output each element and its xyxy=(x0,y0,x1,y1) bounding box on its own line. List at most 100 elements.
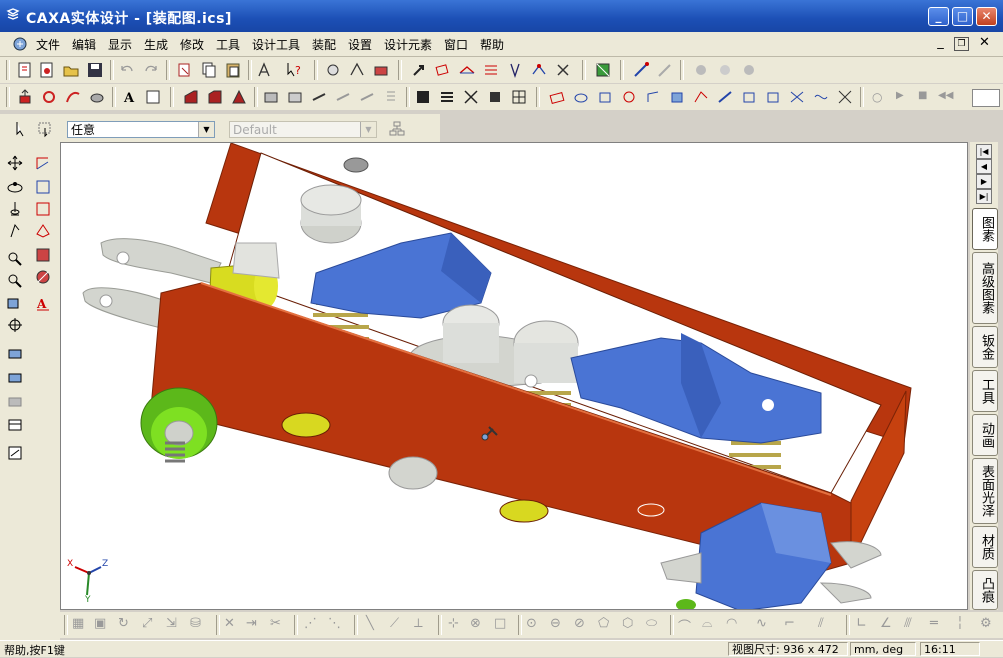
align-icon[interactable] xyxy=(458,61,476,79)
2d-scale-icon[interactable]: ⤢ xyxy=(142,616,152,631)
undo-icon[interactable] xyxy=(118,61,136,79)
smart-render-icon[interactable] xyxy=(256,61,274,79)
tab-sheet-metal[interactable]: 钣金 xyxy=(972,326,998,368)
copy-icon[interactable] xyxy=(200,61,218,79)
decal-icon[interactable] xyxy=(740,61,758,79)
2d-tangent-icon[interactable]: ⟋ xyxy=(390,616,399,631)
scissors-icon[interactable] xyxy=(554,61,572,79)
2d-rotate-icon[interactable]: ↻ xyxy=(118,616,129,631)
constraint-icon[interactable] xyxy=(530,61,548,79)
2d-circle3-icon[interactable]: ⊘ xyxy=(574,616,585,631)
menu-edit[interactable]: 编辑 xyxy=(72,36,96,53)
2d-constraint-icon[interactable]: ⋰ xyxy=(304,616,317,631)
sweep-surface-icon[interactable] xyxy=(740,88,758,106)
grid-icon[interactable] xyxy=(510,88,528,106)
2d-corner-icon[interactable]: ∟ xyxy=(856,616,867,631)
open-icon[interactable] xyxy=(62,61,80,79)
rule-surface-icon[interactable] xyxy=(692,88,710,106)
sketch-line-icon[interactable] xyxy=(34,154,52,172)
document-icon[interactable] xyxy=(12,36,28,52)
animation-record-icon[interactable]: ○ xyxy=(872,90,882,104)
2d-circle-point-icon[interactable]: ⊗ xyxy=(470,616,481,631)
tab-surface-finish[interactable]: 表面光泽 xyxy=(972,458,998,524)
cut-icon[interactable] xyxy=(176,61,194,79)
zoom-window-icon[interactable] xyxy=(6,272,24,290)
tab-next-icon[interactable]: ▶ xyxy=(976,174,992,189)
2d-circle2-icon[interactable]: ⊖ xyxy=(550,616,561,631)
2d-spline-icon[interactable]: ∿ xyxy=(756,616,767,631)
2d-grid-icon[interactable]: ▦ xyxy=(72,616,84,631)
curve-icon[interactable] xyxy=(548,88,566,106)
menu-design-elements[interactable]: 设计元素 xyxy=(384,36,432,53)
menu-settings[interactable]: 设置 xyxy=(348,36,372,53)
menu-modify[interactable]: 修改 xyxy=(180,36,204,53)
2d-offset-icon[interactable]: ⫽ xyxy=(818,616,824,631)
assembly-model[interactable] xyxy=(61,143,968,610)
sketch-corner-icon[interactable] xyxy=(34,200,52,218)
stitch-surface-icon[interactable] xyxy=(812,88,830,106)
fillet-icon[interactable] xyxy=(182,88,200,106)
paste-icon[interactable] xyxy=(224,61,242,79)
2d-point-icon[interactable]: ⊹ xyxy=(448,616,459,631)
2d-arc2-icon[interactable]: ⌓ xyxy=(702,616,712,631)
mdi-restore-icon[interactable]: ❐ xyxy=(954,37,969,51)
surface-icon[interactable] xyxy=(668,88,686,106)
face-offset-icon[interactable] xyxy=(286,88,304,106)
sketch-circle-icon[interactable] xyxy=(34,268,52,286)
2d-arc-icon[interactable]: ⌒ xyxy=(678,616,691,635)
animation-play-icon[interactable]: ▶ xyxy=(896,90,904,101)
2d-move-icon[interactable]: ⇲ xyxy=(166,616,177,631)
offset-curve-icon[interactable] xyxy=(644,88,662,106)
3d-viewport[interactable]: X Y Z xyxy=(60,142,968,610)
2d-fill-icon[interactable]: ⛁ xyxy=(190,616,201,631)
extrude-icon[interactable] xyxy=(16,88,34,106)
thicken-icon[interactable] xyxy=(836,88,854,106)
animation-slider[interactable] xyxy=(972,89,1000,107)
2d-hexagon-icon[interactable]: ⬡ xyxy=(622,616,633,631)
new-design-icon[interactable] xyxy=(38,61,56,79)
light-off-icon[interactable] xyxy=(6,392,24,410)
2d-frame-icon[interactable]: ▣ xyxy=(94,616,106,631)
mdi-minimize-icon[interactable]: _ xyxy=(932,35,949,51)
revolve-icon[interactable] xyxy=(40,88,58,106)
measure-icon[interactable] xyxy=(632,61,650,79)
configuration-select[interactable]: Default ▼ xyxy=(229,121,377,138)
2d-trim-icon[interactable]: ✕ xyxy=(224,616,235,631)
face-draft-icon[interactable] xyxy=(358,88,376,106)
menu-design-tools[interactable]: 设计工具 xyxy=(252,36,300,53)
face-split-icon[interactable] xyxy=(310,88,328,106)
maximize-button[interactable]: □ xyxy=(952,7,973,26)
chamfer-icon[interactable] xyxy=(206,88,224,106)
triball-icon[interactable] xyxy=(434,61,452,79)
sketch-rect-icon[interactable] xyxy=(34,178,52,196)
tab-advanced-primitives[interactable]: 高级图素 xyxy=(972,252,998,324)
menu-generate[interactable]: 生成 xyxy=(144,36,168,53)
tab-prev-icon[interactable]: ◀ xyxy=(976,159,992,174)
sweep-icon[interactable] xyxy=(64,88,82,106)
animation-stop-icon[interactable]: ■ xyxy=(918,90,927,101)
target-icon[interactable] xyxy=(6,316,24,334)
tree-icon[interactable] xyxy=(388,120,406,138)
tab-first-icon[interactable]: |◀ xyxy=(976,144,992,159)
pattern-icon[interactable] xyxy=(506,61,524,79)
lighting-icon[interactable] xyxy=(324,61,342,79)
2d-perp-icon[interactable]: ⟂ xyxy=(414,616,423,631)
tab-embossing[interactable]: 凸痕 xyxy=(972,570,998,610)
menu-assembly[interactable]: 装配 xyxy=(312,36,336,53)
assembly-icon[interactable] xyxy=(594,61,612,79)
mirror-icon[interactable] xyxy=(482,61,500,79)
2d-line-icon[interactable]: ╲ xyxy=(366,616,374,631)
texture-icon[interactable] xyxy=(716,61,734,79)
tab-primitives[interactable]: 图素 xyxy=(972,208,998,250)
render-icon[interactable] xyxy=(372,61,390,79)
loft-surface-icon[interactable] xyxy=(716,88,734,106)
trim-surface-icon[interactable] xyxy=(788,88,806,106)
selection-filter-select[interactable]: 任意 ▼ xyxy=(67,121,215,138)
new-icon[interactable] xyxy=(16,61,34,79)
animation-rewind-icon[interactable]: ◀◀ xyxy=(938,90,953,101)
2d-settings-icon[interactable]: ⚙ xyxy=(980,616,992,631)
block-icon[interactable] xyxy=(486,88,504,106)
light-icon[interactable] xyxy=(6,368,24,386)
camera-icon[interactable] xyxy=(348,61,366,79)
trim-icon[interactable] xyxy=(462,88,480,106)
